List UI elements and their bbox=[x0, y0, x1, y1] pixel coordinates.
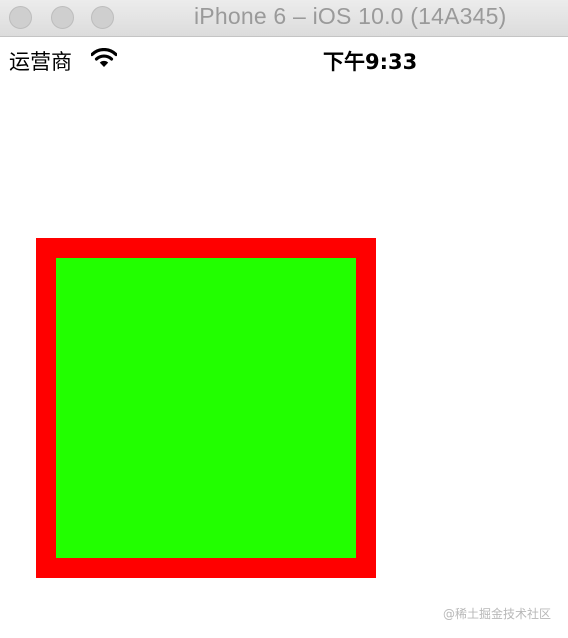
window-title: iPhone 6 – iOS 10.0 (14A345) bbox=[194, 3, 507, 29]
ios-status-bar: 运营商 下午9:33 bbox=[0, 38, 568, 78]
minimize-window-button[interactable] bbox=[51, 6, 74, 29]
watermark-text: @稀土掘金技术社区 bbox=[442, 607, 551, 621]
wifi-icon bbox=[90, 47, 118, 68]
simulator-window: iPhone 6 – iOS 10.0 (14A345) 运营商 下午9:33 … bbox=[0, 0, 568, 638]
window-titlebar: iPhone 6 – iOS 10.0 (14A345) bbox=[0, 0, 568, 37]
close-window-button[interactable] bbox=[9, 6, 32, 29]
green-inner-view bbox=[56, 258, 356, 558]
carrier-label: 运营商 bbox=[9, 50, 72, 74]
zoom-window-button[interactable] bbox=[91, 6, 114, 29]
status-time: 下午9:33 bbox=[323, 50, 418, 74]
red-outer-view bbox=[36, 238, 376, 578]
